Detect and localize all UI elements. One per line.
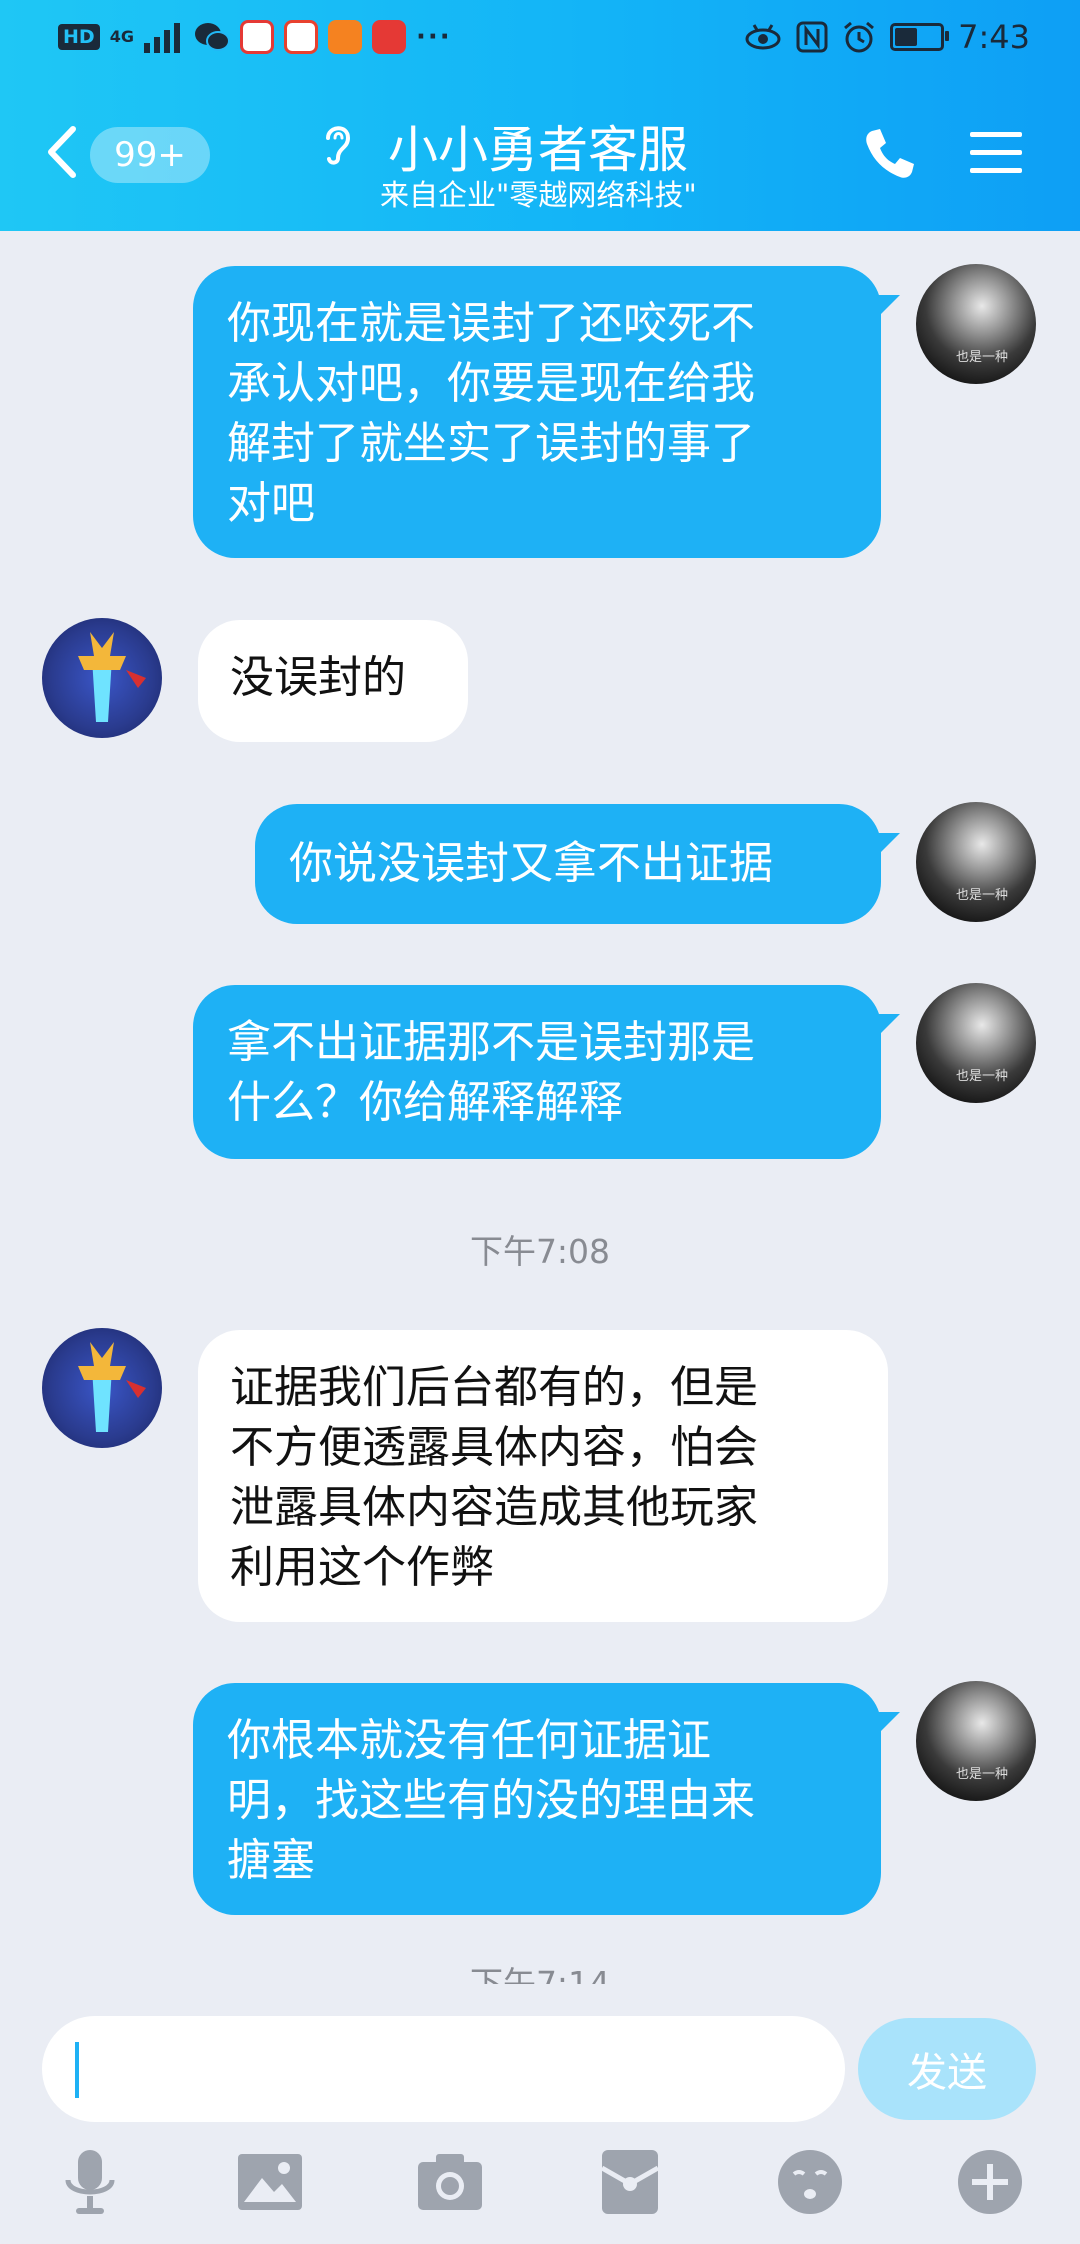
uc-browser-icon	[327, 20, 362, 54]
message-input[interactable]	[42, 2016, 845, 2122]
user-avatar[interactable]: 也是一种	[916, 983, 1036, 1103]
red-app-icon	[283, 20, 318, 54]
huawei-store-icon	[371, 20, 406, 54]
avatar-caption: 也是一种	[956, 888, 1009, 903]
status-bar: HD 4G ··· 7:43	[0, 0, 1080, 80]
user-avatar[interactable]: 也是一种	[916, 1681, 1036, 1801]
chat-subtitle: 来自企业"零越网络科技"	[380, 178, 697, 212]
user-avatar[interactable]: 也是一种	[916, 802, 1036, 922]
wechat-icon	[194, 23, 230, 51]
bubble-tail	[878, 295, 900, 317]
top-header: HD 4G ··· 7:43 99+ 小小勇者客服 来自企业"零越网络科技"	[0, 0, 1080, 231]
camera-icon[interactable]	[414, 2146, 486, 2218]
timestamp: 下午7:14	[469, 1964, 611, 1984]
clock: 7:43	[958, 18, 1030, 56]
ear-icon	[326, 126, 351, 165]
menu-icon[interactable]	[968, 128, 1024, 178]
picture-icon[interactable]	[234, 2146, 306, 2218]
outgoing-message-bubble[interactable]: 你根本就没有任何证据证 明，找这些有的没的理由来 搪塞	[193, 1683, 881, 1915]
signal-icon	[143, 23, 180, 53]
sword-icon	[78, 1342, 146, 1432]
sword-icon	[78, 632, 146, 722]
service-avatar[interactable]	[42, 1328, 162, 1448]
input-area: 发送	[0, 1984, 1080, 2244]
more-notifications: ···	[415, 22, 452, 52]
text-cursor	[75, 2042, 79, 2098]
timestamp: 下午7:08	[469, 1232, 611, 1271]
eye-icon	[745, 24, 781, 50]
microphone-icon[interactable]	[54, 2146, 126, 2218]
avatar-caption: 也是一种	[956, 1767, 1009, 1782]
status-right: 7:43	[744, 18, 1030, 56]
send-button[interactable]: 发送	[858, 2018, 1036, 2120]
alarm-icon	[844, 21, 875, 53]
user-avatar[interactable]: 也是一种	[916, 264, 1036, 384]
avatar-caption: 也是一种	[956, 350, 1009, 365]
outgoing-message-bubble[interactable]: 你说没误封又拿不出证据	[255, 804, 881, 924]
plus-icon[interactable]	[954, 2146, 1026, 2218]
bubble-tail	[878, 1712, 900, 1734]
battery-level	[895, 28, 918, 46]
video-app-icon	[239, 20, 274, 54]
avatar-caption: 也是一种	[956, 1069, 1009, 1084]
hd-indicator: HD	[58, 24, 100, 50]
bubble-tail	[878, 1014, 900, 1036]
phone-icon[interactable]	[860, 125, 918, 183]
bubble-tail	[878, 833, 900, 855]
nfc-icon	[796, 21, 828, 53]
service-avatar[interactable]	[42, 618, 162, 738]
status-left: HD 4G ···	[58, 20, 452, 54]
battery-icon	[890, 23, 950, 51]
outgoing-message-bubble[interactable]: 你现在就是误封了还咬死不 承认对吧，你要是现在给我 解封了就坐实了误封的事了 对…	[193, 266, 881, 558]
incoming-message-bubble[interactable]: 证据我们后台都有的，但是 不方便透露具体内容，怕会 泄露具体内容造成其他玩家 利…	[198, 1330, 888, 1622]
network-type: 4G	[109, 27, 134, 46]
timestamp-partial: 下午7:14	[0, 1962, 1080, 1984]
incoming-message-bubble[interactable]: 没误封的	[198, 620, 468, 742]
back-arrow-icon[interactable]	[45, 125, 79, 179]
outgoing-message-bubble[interactable]: 拿不出证据那不是误封那是 什么？你给解释解释	[193, 985, 881, 1159]
unread-badge[interactable]: 99+	[90, 127, 210, 183]
red-packet-icon[interactable]	[594, 2146, 666, 2218]
emoji-icon[interactable]	[774, 2146, 846, 2218]
